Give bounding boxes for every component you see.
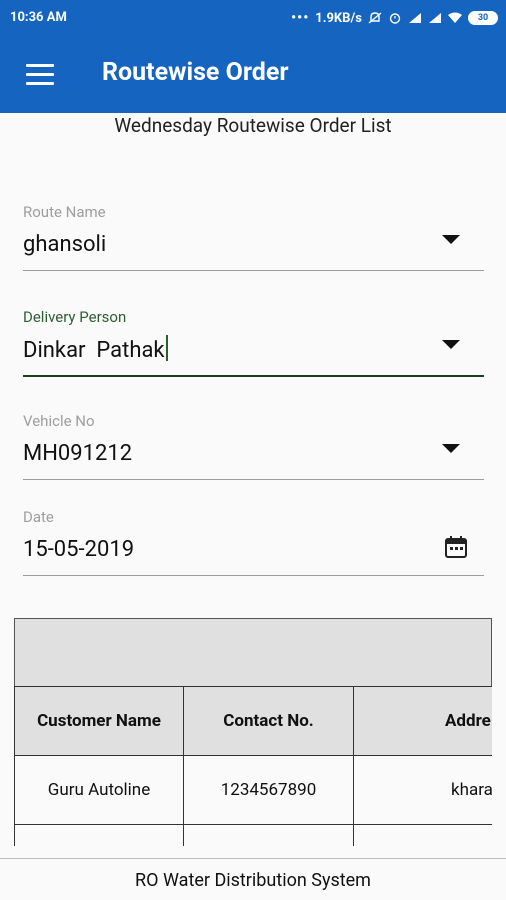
table-row[interactable]: Guru Autoline 1234567890 khara (14, 755, 492, 825)
column-header-customer-name: Customer Name (14, 686, 184, 756)
cell-contact-no: 1234567890 (183, 755, 354, 825)
route-name-label: Route Name (23, 203, 106, 221)
status-time: 10:36 AM (10, 10, 67, 25)
delivery-person-dropdown[interactable]: Delivery Person Dinkar Pathak (23, 308, 484, 377)
table-row[interactable] (14, 824, 492, 846)
app-bar: Routewise Order (0, 36, 506, 113)
cell-contact-no (183, 824, 354, 846)
calendar-icon[interactable] (444, 535, 468, 559)
dropdown-arrow-icon[interactable] (442, 340, 460, 349)
field-underline (23, 575, 484, 576)
wifi-icon (448, 12, 462, 23)
text-caret (165, 335, 168, 361)
date-value: 15-05-2019 (23, 537, 135, 562)
cell-address (353, 824, 492, 846)
table-header-row: Customer Name Contact No. Addre (14, 686, 492, 756)
vehicle-no-label: Vehicle No (23, 412, 95, 430)
route-name-value: ghansoli (23, 232, 107, 257)
battery-icon: 30 (468, 11, 498, 25)
status-icons: ••• 1.9KB/s 30 (291, 10, 498, 26)
hamburger-menu-icon[interactable] (26, 64, 54, 86)
field-underline (23, 479, 484, 480)
signal-icon (429, 13, 441, 23)
field-underline (23, 375, 484, 377)
mute-icon (368, 12, 382, 24)
field-underline (23, 270, 484, 271)
cell-customer-name: Guru Autoline (14, 755, 184, 825)
delivery-person-value: Dinkar Pathak (23, 335, 484, 365)
order-table[interactable]: Customer Name Contact No. Addre Guru Aut… (14, 618, 492, 846)
network-speed: 1.9KB/s (315, 10, 362, 26)
vehicle-no-value: MH091212 (23, 441, 133, 466)
cell-address: khara (353, 755, 492, 825)
status-bar: 10:36 AM ••• 1.9KB/s 30 (0, 0, 506, 36)
date-label: Date (23, 508, 54, 526)
dropdown-arrow-icon[interactable] (442, 235, 460, 244)
column-header-contact-no: Contact No. (183, 686, 354, 756)
column-header-address: Addre (353, 686, 492, 756)
alarm-icon (389, 13, 401, 24)
more-dots-icon: ••• (291, 10, 310, 26)
list-subtitle: Wednesday Routewise Order List (114, 114, 392, 137)
dropdown-arrow-icon[interactable] (442, 444, 460, 453)
footer: RO Water Distribution System (0, 858, 506, 900)
date-field[interactable]: Date 15-05-2019 (23, 508, 484, 576)
signal-icon (409, 13, 421, 23)
route-name-dropdown[interactable]: Route Name ghansoli (23, 203, 484, 271)
page-title: Routewise Order (102, 58, 289, 87)
vehicle-no-dropdown[interactable]: Vehicle No MH091212 (23, 412, 484, 480)
cell-customer-name (14, 824, 184, 846)
table-top-band (14, 618, 492, 688)
delivery-person-label: Delivery Person (23, 308, 127, 326)
